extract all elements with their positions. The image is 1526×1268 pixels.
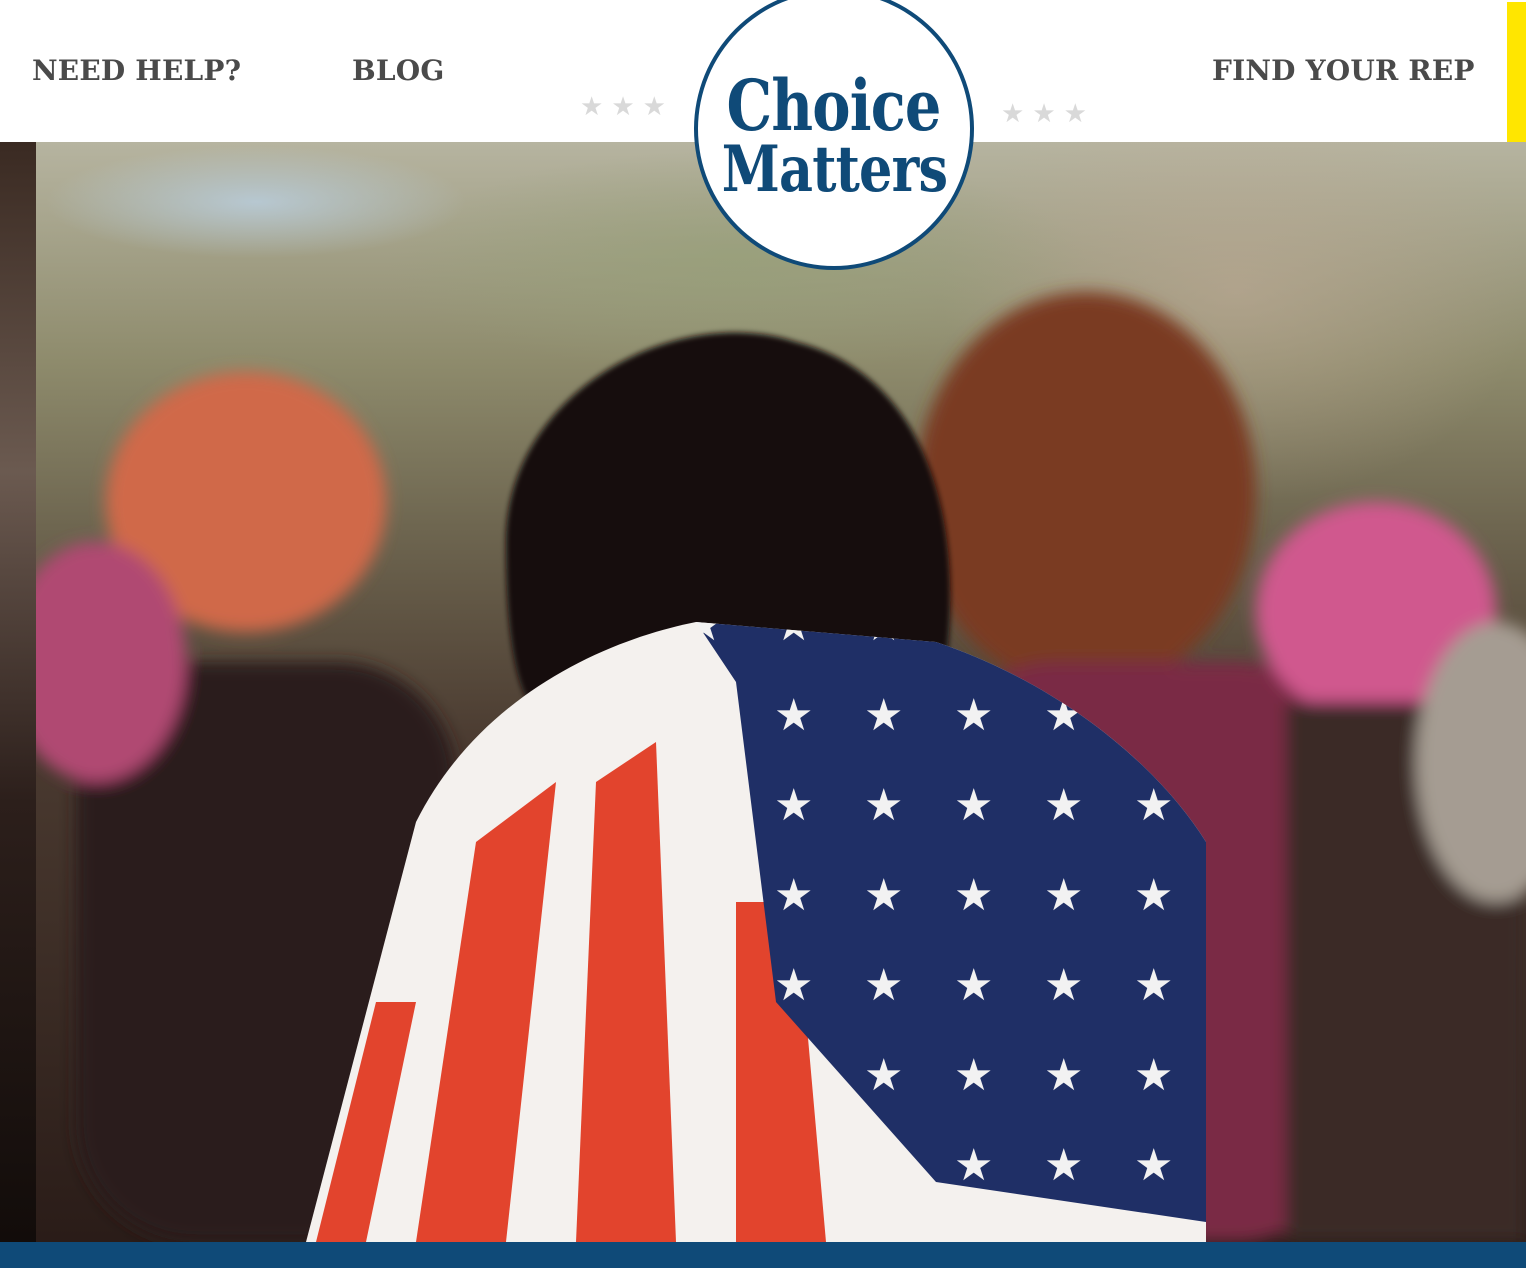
hero-illustration: ★ <box>36 292 1526 1242</box>
nav-find-your-rep-link[interactable]: FIND YOUR REP <box>1212 54 1475 87</box>
accent-bar <box>1507 2 1526 142</box>
star-icon: ★ <box>611 92 635 122</box>
logo-text-line-2: Matters <box>721 131 947 207</box>
star-icon: ★ <box>642 92 666 122</box>
hero-image: ★ <box>0 142 1526 1242</box>
footer-band <box>0 1242 1526 1268</box>
nav-need-help-link[interactable]: NEED HELP? <box>32 54 241 87</box>
star-icon: ★ <box>580 92 604 122</box>
decorative-stars-left: ★ ★ ★ <box>580 94 666 120</box>
logo-text-line-1: Choice <box>726 64 942 148</box>
site-logo[interactable]: Choice Matters <box>694 0 974 270</box>
decorative-stars-right: ★ ★ ★ <box>1001 101 1087 127</box>
hero-photo: ★ <box>36 142 1526 1242</box>
star-icon: ★ <box>1032 99 1056 129</box>
nav-blog-link[interactable]: BLOG <box>352 54 444 87</box>
star-icon: ★ <box>1063 99 1087 129</box>
star-icon: ★ <box>1001 99 1025 129</box>
hero-image-edge <box>0 142 36 1242</box>
